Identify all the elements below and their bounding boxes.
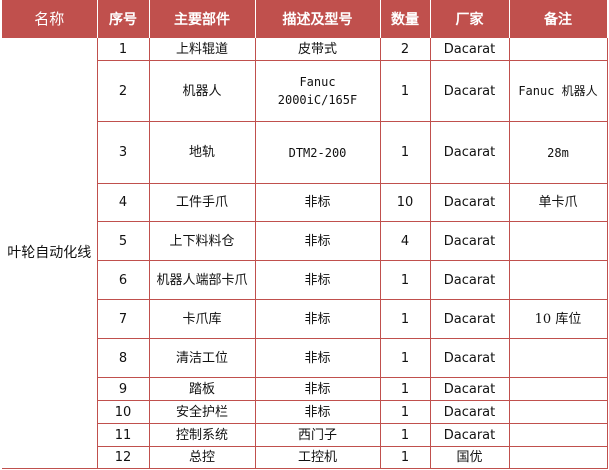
- row-part: 清洁工位: [148, 338, 256, 378]
- row-maker: Dacarat: [429, 60, 510, 122]
- header-index: 序号: [96, 0, 150, 38]
- row-part: 踏板: [148, 377, 256, 401]
- header-note: 备注: [508, 0, 608, 38]
- row-part: 上料辊道: [148, 37, 256, 61]
- row-index: 2: [96, 60, 150, 122]
- row-description: 非标: [254, 260, 381, 300]
- row-part: 卡爪库: [148, 299, 256, 339]
- equipment-table: 名称 序号 主要部件 描述及型号 数量 厂家 备注 叶轮自动化线 1 上料辊道 …: [2, 0, 608, 469]
- row-quantity: 1: [379, 121, 431, 184]
- row-note: 单卡爪: [508, 183, 608, 222]
- row-maker: Dacarat: [429, 183, 510, 222]
- header-description: 描述及型号: [254, 0, 381, 38]
- row-quantity: 1: [379, 299, 431, 339]
- row-part: 控制系统: [148, 423, 256, 447]
- row-index: 7: [96, 299, 150, 339]
- row-description: Fanuc 2000iC/165F: [254, 60, 381, 122]
- row-note: 10 库位: [508, 299, 608, 339]
- row-maker: Dacarat: [429, 299, 510, 339]
- row-note: [508, 37, 608, 61]
- row-maker: Dacarat: [429, 260, 510, 300]
- header-part: 主要部件: [148, 0, 256, 38]
- row-maker: Dacarat: [429, 221, 510, 261]
- row-index: 1: [96, 37, 150, 61]
- row-part: 上下料料仓: [148, 221, 256, 261]
- table-row: 叶轮自动化线 1 上料辊道 皮带式 2 Dacarat: [2, 37, 608, 469]
- row-part: 安全护栏: [148, 400, 256, 424]
- row-index: 10: [96, 400, 150, 424]
- row-quantity: 1: [379, 60, 431, 122]
- row-quantity: 1: [379, 423, 431, 447]
- row-part: 总控: [148, 446, 256, 469]
- row-note: 28m: [508, 121, 608, 184]
- row-index: 9: [96, 377, 150, 401]
- row-note: [508, 446, 608, 469]
- row-part: 工件手爪: [148, 183, 256, 222]
- row-description: 工控机: [254, 446, 381, 469]
- row-part: 地轨: [148, 121, 256, 184]
- row-description: 非标: [254, 183, 381, 222]
- row-maker: 国优: [429, 446, 510, 469]
- row-quantity: 2: [379, 37, 431, 61]
- header-name: 名称: [2, 0, 98, 38]
- group-name-cell: 叶轮自动化线: [2, 37, 98, 469]
- row-maker: Dacarat: [429, 423, 510, 447]
- row-quantity: 1: [379, 400, 431, 424]
- row-index: 6: [96, 260, 150, 300]
- row-description: 非标: [254, 299, 381, 339]
- row-quantity: 1: [379, 446, 431, 469]
- row-quantity: 4: [379, 221, 431, 261]
- row-description: 非标: [254, 338, 381, 378]
- row-maker: Dacarat: [429, 338, 510, 378]
- row-maker: Dacarat: [429, 37, 510, 61]
- row-note: Fanuc 机器人: [508, 60, 608, 122]
- header-row: 名称 序号 主要部件 描述及型号 数量 厂家 备注: [2, 0, 608, 38]
- row-note: [508, 423, 608, 447]
- header-maker: 厂家: [429, 0, 510, 38]
- row-description: 皮带式: [254, 37, 381, 61]
- row-quantity: 1: [379, 338, 431, 378]
- header-quantity: 数量: [379, 0, 431, 38]
- row-part: 机器人端部卡爪: [148, 260, 256, 300]
- row-maker: Dacarat: [429, 400, 510, 424]
- row-quantity: 1: [379, 377, 431, 401]
- row-note: [508, 377, 608, 401]
- row-description: 非标: [254, 377, 381, 401]
- row-index: 3: [96, 121, 150, 184]
- row-note: [508, 221, 608, 261]
- row-note: [508, 338, 608, 378]
- row-description: DTM2-200: [254, 121, 381, 184]
- row-index: 12: [96, 446, 150, 469]
- row-index: 8: [96, 338, 150, 378]
- row-description: 非标: [254, 221, 381, 261]
- row-index: 4: [96, 183, 150, 222]
- row-index: 11: [96, 423, 150, 447]
- row-quantity: 10: [379, 183, 431, 222]
- row-maker: Dacarat: [429, 377, 510, 401]
- row-description: 非标: [254, 400, 381, 424]
- row-maker: Dacarat: [429, 121, 510, 184]
- row-note: [508, 400, 608, 424]
- row-part: 机器人: [148, 60, 256, 122]
- row-quantity: 1: [379, 260, 431, 300]
- row-index: 5: [96, 221, 150, 261]
- row-description: 西门子: [254, 423, 381, 447]
- row-note: [508, 260, 608, 300]
